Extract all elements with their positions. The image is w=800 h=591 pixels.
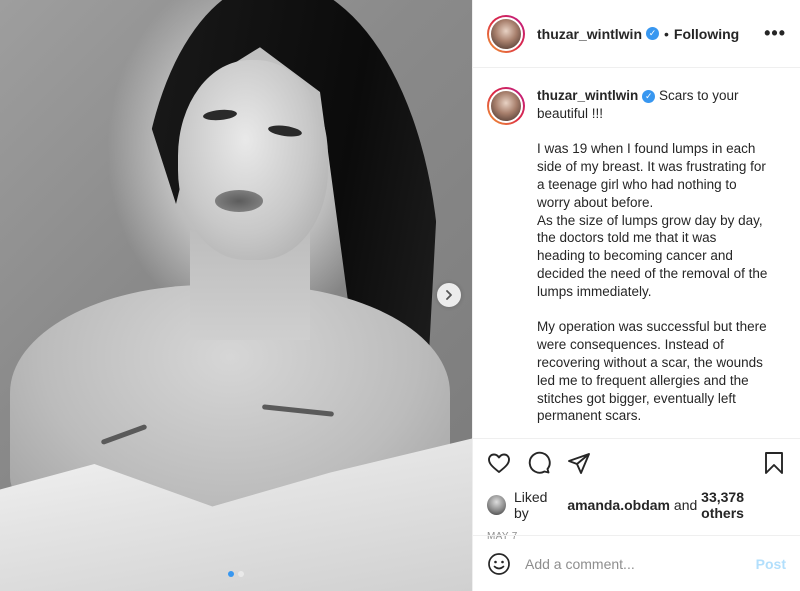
bookmark-icon[interactable]	[762, 451, 786, 475]
caption-text: thuzar_wintlwin ✓ Scars to your beautiful…	[537, 87, 786, 425]
caption-line: were consequences. Instead of	[537, 337, 724, 353]
caption-line: side of my breast. It was frustrating fo…	[537, 159, 766, 175]
caption-line: decided the need of the removal of the	[537, 265, 768, 281]
caption-line: heading to becoming cancer and	[537, 248, 733, 264]
caption-line: My operation was successful but there	[537, 319, 767, 335]
post-header: thuzar_wintlwin ✓ • Following •••	[473, 0, 800, 68]
verified-badge-icon: ✓	[642, 90, 656, 103]
photo-lips	[215, 190, 263, 212]
chevron-right-icon	[446, 290, 452, 300]
carousel-dot-active	[228, 571, 234, 577]
comment-bar: Add a comment... Post	[473, 535, 800, 591]
author-username[interactable]: thuzar_wintlwin	[537, 26, 642, 42]
post-comment-button[interactable]: Post	[756, 556, 786, 572]
emoji-icon[interactable]	[487, 552, 511, 576]
caption-line: worry about before.	[537, 194, 654, 210]
caption-line: I was 19 when I found lumps in each	[537, 141, 756, 157]
follow-separator: •	[664, 25, 669, 42]
caption-line: stitches got bigger, eventually left	[537, 390, 736, 406]
post-actions: Liked by amanda.obdam and 33,378 others …	[473, 438, 800, 542]
likes-prefix: Liked by	[513, 489, 548, 521]
photo-face	[178, 60, 328, 260]
comment-icon[interactable]	[527, 451, 551, 475]
likes-conjunction: and	[673, 497, 698, 513]
carousel-dot	[238, 571, 244, 577]
caption-username[interactable]: thuzar_wintlwin	[537, 88, 638, 103]
liker-avatar[interactable]	[487, 495, 506, 515]
caption-line: the doctors told me that it was	[537, 230, 717, 246]
carousel-next-button[interactable]	[437, 283, 461, 307]
share-icon[interactable]	[567, 451, 591, 475]
caption-line: a teenage girl who had nothing to	[537, 176, 737, 192]
post-side-panel: thuzar_wintlwin ✓ • Following ••• thuzar…	[472, 0, 800, 591]
caption-line: As the size of lumps grow day by day,	[537, 212, 763, 228]
caption-line: permanent scars.	[537, 408, 642, 424]
action-icons	[487, 449, 786, 477]
caption-scroll-area[interactable]: thuzar_wintlwin ✓ Scars to your beautiful…	[473, 69, 800, 438]
caption-avatar[interactable]	[487, 87, 525, 125]
comment-input[interactable]: Add a comment...	[525, 556, 756, 572]
heart-icon[interactable]	[487, 451, 511, 475]
caption-line: lumps immediately.	[537, 283, 652, 299]
carousel-dots	[0, 571, 472, 577]
more-options-icon[interactable]: •••	[764, 23, 786, 44]
caption-line: recovering without a scar, the wounds	[537, 354, 763, 370]
verified-badge-icon: ✓	[646, 27, 659, 40]
liker-username[interactable]: amanda.obdam	[567, 497, 670, 513]
post-photo[interactable]	[0, 0, 472, 591]
caption-line: led me to frequent allergies and the	[537, 372, 749, 388]
author-avatar[interactable]	[487, 14, 525, 53]
caption: thuzar_wintlwin ✓ Scars to your beautiful…	[487, 87, 786, 425]
following-button[interactable]: Following	[674, 26, 739, 42]
likes-others-link[interactable]: 33,378 others	[701, 489, 786, 521]
likes-summary: Liked by amanda.obdam and 33,378 others	[487, 489, 786, 521]
